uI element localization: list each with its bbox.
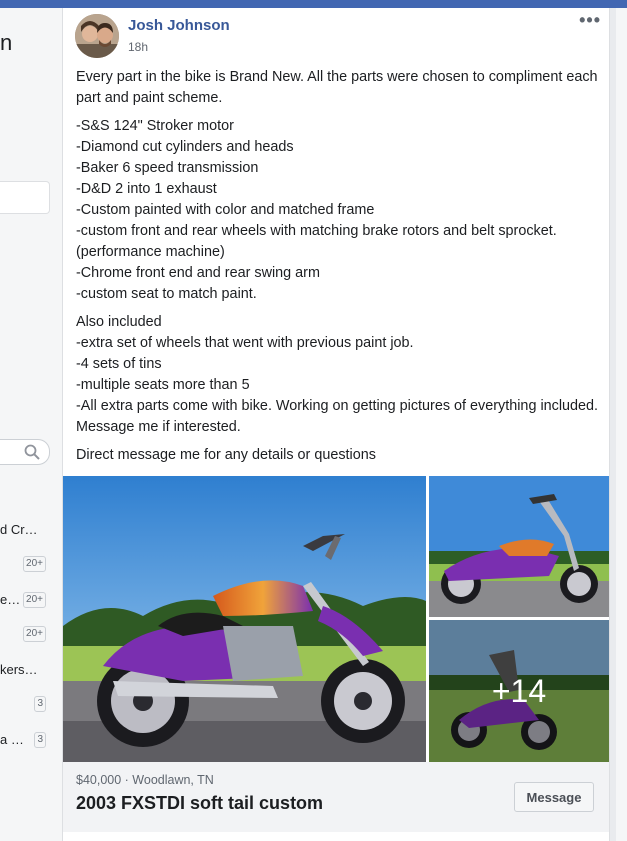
spec-list: -S&S 124" Stroker motor -Diamond cut cyl… [76,116,601,305]
sidebar-group-item[interactable]: d Cr… [0,518,62,542]
sidebar-group-item[interactable]: 20+ [0,622,62,646]
group-search-input[interactable] [0,439,50,465]
group-count-badge: 3 [34,696,46,712]
sidebar-group-item[interactable]: kers… [0,658,62,682]
search-icon[interactable] [24,444,40,460]
extras-line: -All extra parts come with bike. Working… [76,398,599,435]
avatar[interactable] [75,14,119,58]
spec-line: -Custom painted with color and matched f… [76,202,375,218]
extras-line: -4 sets of tins [76,356,162,372]
group-name: e… [0,592,21,607]
message-button[interactable]: Message [514,782,594,812]
listing-title[interactable]: 2003 FXSTDI soft tail custom [76,793,323,814]
group-name: a … [0,732,24,747]
spec-line: -Diamond cut cylinders and heads [76,139,294,155]
sidebar-group-item[interactable]: 3 [0,692,62,716]
photo-grid: +14 [63,476,609,762]
extras-line: Also included [76,314,162,330]
spec-line: -Baker 6 speed transmission [76,160,259,176]
sidebar-group-item[interactable]: 20+ [0,552,62,576]
post-body: Every part in the bike is Brand New. All… [76,67,601,473]
secondary-photo[interactable] [429,476,609,617]
top-nav-bar [0,0,627,8]
listing-footer: $40,000 · Woodlawn, TN 2003 FXSTDI soft … [63,762,609,832]
spec-line: -custom seat to match paint. [76,286,257,302]
post-timestamp[interactable]: 18h [128,40,148,54]
right-column-edge [616,8,627,841]
left-sidebar: n d Cr… 20+ e… 20+ 20+ kers… 3 a … 3 [0,8,62,841]
sidebar-group-item[interactable]: e… 20+ [0,588,62,612]
spec-line: -S&S 124" Stroker motor [76,118,234,134]
more-photos-tile[interactable]: +14 [429,620,609,762]
group-name: d Cr… [0,522,38,537]
spec-line: -custom front and rear wheels with match… [76,223,557,260]
more-photos-count: +14 [429,620,609,762]
more-options-icon[interactable]: ••• [579,10,601,31]
price-location: $40,000 · Woodlawn, TN [76,773,214,787]
sidebar-group-item[interactable]: a … 3 [0,728,62,752]
extras-list: Also included -extra set of wheels that … [76,312,601,438]
author-name-link[interactable]: Josh Johnson [128,17,230,34]
extras-line: -multiple seats more than 5 [76,377,250,393]
extras-line: -extra set of wheels that went with prev… [76,335,414,351]
group-count-badge: 3 [34,732,46,748]
group-count-badge: 20+ [23,626,46,642]
closing-line: Direct message me for any details or que… [76,447,376,463]
sidebar-header-fragment: n [0,30,13,55]
spec-line: -Chrome front end and rear swing arm [76,265,320,281]
main-photo[interactable] [63,476,426,762]
sidebar-button[interactable] [0,181,50,214]
group-name: kers… [0,662,38,677]
group-count-badge: 20+ [23,556,46,572]
marketplace-post: Josh Johnson 18h ••• Every part in the b… [62,8,610,841]
post-paragraph: Every part in the bike is Brand New. All… [76,69,598,106]
spec-line: -D&D 2 into 1 exhaust [76,181,217,197]
group-count-badge: 20+ [23,592,46,608]
